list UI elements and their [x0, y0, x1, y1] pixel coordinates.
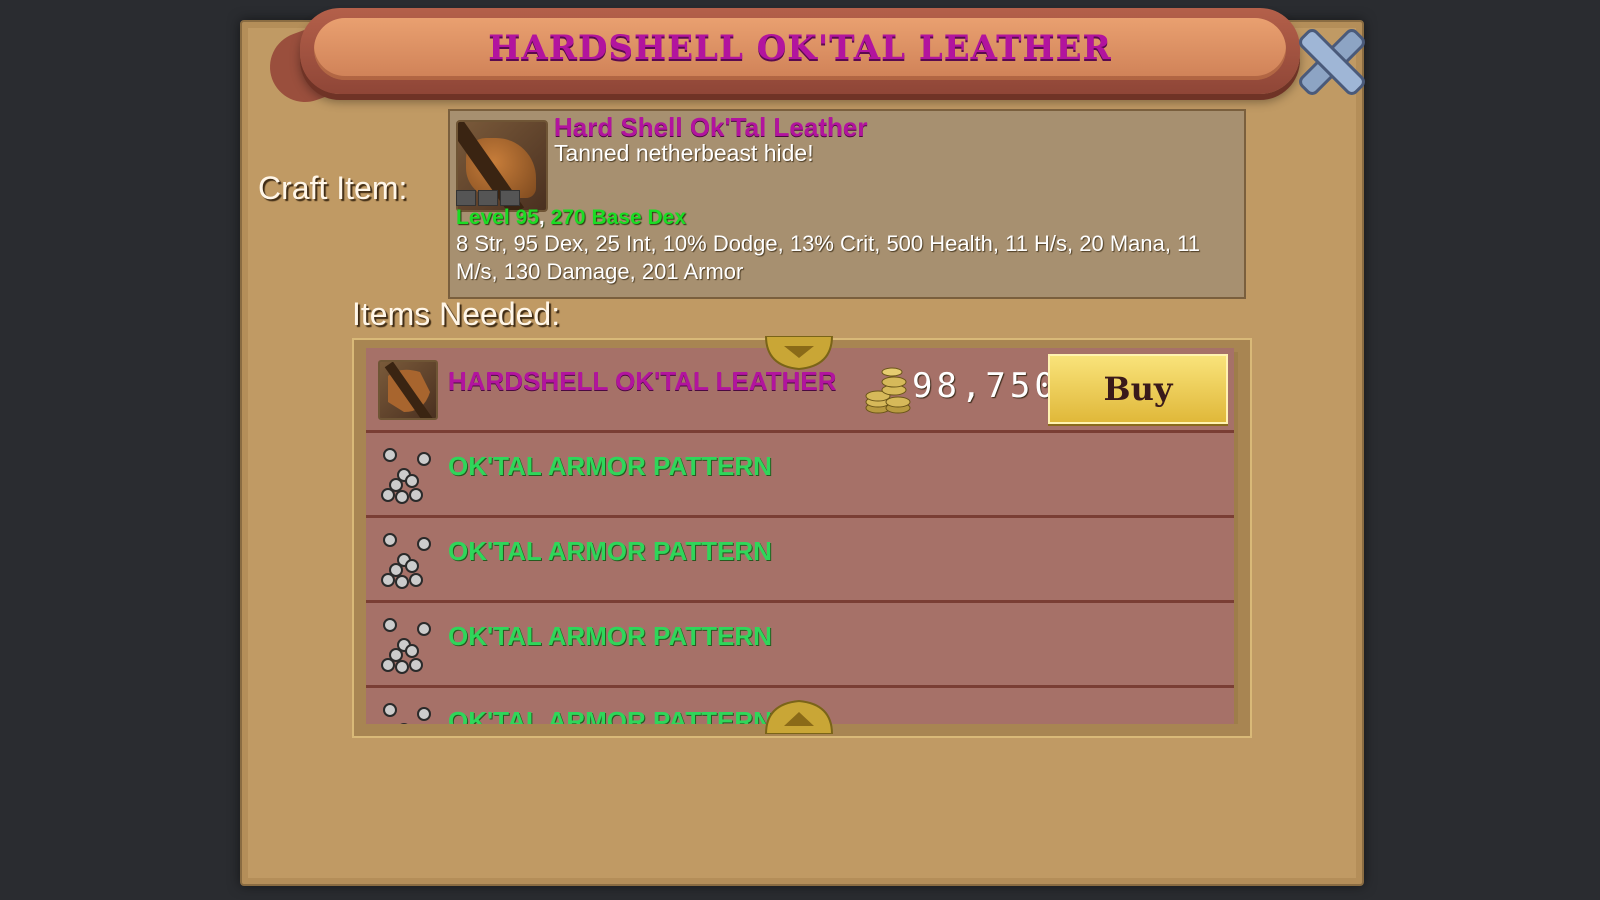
close-button[interactable]: [1290, 20, 1374, 104]
gold-coins-icon: [864, 362, 912, 416]
gem-slot: [456, 190, 476, 206]
close-icon: [1299, 29, 1365, 95]
items-needed-list[interactable]: HARDSHELL OK'TAL LEATHER 98,750 Buy OK'T…: [366, 348, 1234, 724]
item-stats: 8 Str, 95 Dex, 25 Int, 10% Dodge, 13% Cr…: [456, 231, 1200, 284]
base-stat-text: 270 Base Dex: [550, 206, 687, 229]
item-name: HARDSHELL OK'TAL LEATHER: [448, 366, 837, 396]
item-name: OK'TAL ARMOR PATTERN: [448, 536, 772, 566]
rings-icon: [378, 445, 438, 505]
level-text: Level 95: [456, 206, 539, 229]
buy-button[interactable]: Buy: [1048, 354, 1228, 424]
gem-slots: [456, 190, 520, 206]
scroll-down-button[interactable]: [764, 335, 834, 371]
item-name: OK'TAL ARMOR PATTERN: [448, 706, 772, 724]
rings-icon: [378, 700, 438, 724]
leather-icon: [378, 360, 438, 420]
item-name: OK'TAL ARMOR PATTERN: [448, 621, 772, 651]
scroll-up-button[interactable]: [764, 699, 834, 735]
item-price: 98,750: [912, 366, 1059, 406]
item-name: Hard Shell Ok'Tal Leather: [554, 112, 868, 142]
chevron-down-icon: [764, 335, 834, 371]
gem-slot: [500, 190, 520, 206]
item-name: OK'TAL ARMOR PATTERN: [448, 451, 772, 481]
item-level: Level 95, 270 Base Dex: [456, 206, 687, 229]
rings-icon: [378, 530, 438, 590]
window-title: HARDSHELL OK'TAL LEATHER: [488, 28, 1112, 68]
gem-slot: [478, 190, 498, 206]
craft-item-label: Craft Item:: [258, 170, 408, 206]
item-description: Tanned netherbeast hide!: [554, 140, 814, 166]
chevron-up-icon: [764, 699, 834, 735]
title-banner: HARDSHELL OK'TAL LEATHER: [300, 8, 1300, 94]
items-needed-label: Items Needed:: [352, 296, 561, 332]
rings-icon: [378, 615, 438, 675]
list-item[interactable]: OK'TAL ARMOR PATTERN: [366, 518, 1234, 603]
list-item[interactable]: OK'TAL ARMOR PATTERN: [366, 433, 1234, 518]
list-item[interactable]: OK'TAL ARMOR PATTERN: [366, 603, 1234, 688]
